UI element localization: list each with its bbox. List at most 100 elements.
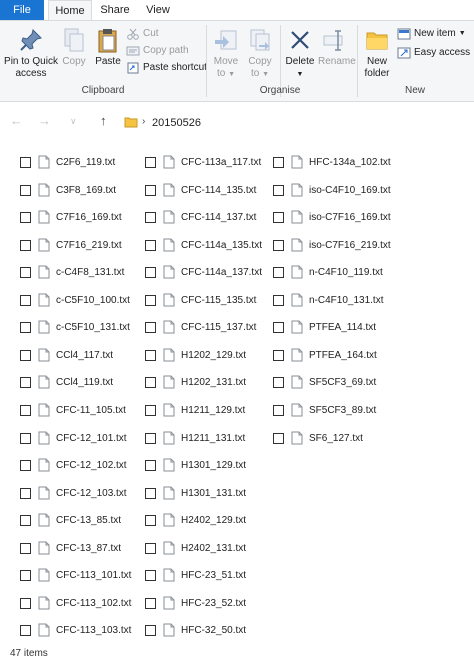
file-item[interactable]: CFC-12_101.txt: [20, 430, 127, 446]
cut-button[interactable]: Cut: [126, 28, 159, 40]
breadcrumb-chevron-icon[interactable]: ›: [142, 116, 145, 127]
file-checkbox[interactable]: [273, 184, 284, 196]
up-arrow-icon[interactable]: ↑: [100, 113, 107, 128]
file-item[interactable]: H1301_129.txt: [145, 457, 246, 473]
file-checkbox[interactable]: [145, 404, 156, 416]
file-item[interactable]: H1202_129.txt: [145, 347, 246, 363]
file-checkbox[interactable]: [20, 266, 31, 278]
file-item[interactable]: CFC-13_87.txt: [20, 540, 121, 556]
delete-button[interactable]: Delete ▼: [284, 27, 316, 81]
file-item[interactable]: CCl4_117.txt: [20, 347, 113, 363]
file-item[interactable]: iso-C7F16_169.txt: [273, 209, 391, 225]
tab-share[interactable]: Share: [94, 0, 136, 20]
file-checkbox[interactable]: [20, 542, 31, 554]
file-item[interactable]: PTFEA_114.txt: [273, 319, 376, 335]
file-item[interactable]: C2F6_119.txt: [20, 154, 115, 170]
file-checkbox[interactable]: [20, 239, 31, 251]
file-item[interactable]: CFC-113a_117.txt: [145, 154, 261, 170]
file-item[interactable]: CFC-11_105.txt: [20, 402, 126, 418]
file-item[interactable]: CFC-113_103.txt: [20, 622, 131, 638]
paste-shortcut-button[interactable]: Paste shortcut: [126, 62, 207, 74]
file-item[interactable]: H1301_131.txt: [145, 485, 246, 501]
file-item[interactable]: c-C5F10_100.txt: [20, 292, 130, 308]
file-item[interactable]: CFC-113_101.txt: [20, 567, 131, 583]
file-checkbox[interactable]: [145, 321, 156, 333]
file-item[interactable]: H1211_131.txt: [145, 430, 245, 446]
file-checkbox[interactable]: [145, 542, 156, 554]
file-checkbox[interactable]: [273, 156, 284, 168]
file-item[interactable]: CFC-12_103.txt: [20, 485, 127, 501]
file-item[interactable]: n-C4F10_131.txt: [273, 292, 384, 308]
file-checkbox[interactable]: [20, 156, 31, 168]
file-checkbox[interactable]: [145, 211, 156, 223]
file-checkbox[interactable]: [273, 349, 284, 361]
file-item[interactable]: CFC-115_135.txt: [145, 292, 256, 308]
file-checkbox[interactable]: [145, 294, 156, 306]
file-checkbox[interactable]: [20, 349, 31, 361]
file-checkbox[interactable]: [145, 487, 156, 499]
file-item[interactable]: HFC-23_52.txt: [145, 595, 246, 611]
file-item[interactable]: n-C4F10_119.txt: [273, 264, 383, 280]
rename-button[interactable]: Rename: [318, 27, 356, 68]
file-item[interactable]: HFC-32_50.txt: [145, 622, 246, 638]
file-checkbox[interactable]: [20, 432, 31, 444]
file-item[interactable]: CFC-114a_135.txt: [145, 237, 262, 253]
file-checkbox[interactable]: [20, 487, 31, 499]
file-checkbox[interactable]: [145, 266, 156, 278]
copy-button[interactable]: Copy: [60, 27, 88, 68]
file-checkbox[interactable]: [273, 321, 284, 333]
file-item[interactable]: c-C5F10_131.txt: [20, 319, 130, 335]
file-checkbox[interactable]: [145, 349, 156, 361]
file-checkbox[interactable]: [20, 404, 31, 416]
recent-locations-chevron-icon[interactable]: ∨: [70, 116, 77, 127]
file-checkbox[interactable]: [20, 376, 31, 388]
file-checkbox[interactable]: [20, 569, 31, 581]
tab-home[interactable]: Home: [48, 0, 92, 20]
file-checkbox[interactable]: [273, 404, 284, 416]
file-item[interactable]: iso-C7F16_219.txt: [273, 237, 391, 253]
file-item[interactable]: HFC-23_51.txt: [145, 567, 246, 583]
file-item[interactable]: H1202_131.txt: [145, 374, 246, 390]
file-checkbox[interactable]: [20, 597, 31, 609]
file-item[interactable]: PTFEA_164.txt: [273, 347, 377, 363]
file-checkbox[interactable]: [20, 624, 31, 636]
tab-file[interactable]: File: [0, 0, 44, 20]
file-checkbox[interactable]: [145, 239, 156, 251]
file-checkbox[interactable]: [20, 294, 31, 306]
file-item[interactable]: C3F8_169.txt: [20, 182, 116, 198]
paste-button[interactable]: Paste: [93, 27, 123, 68]
back-arrow-icon[interactable]: ←: [10, 113, 23, 128]
copy-to-button[interactable]: Copy to ▼: [245, 27, 275, 81]
forward-arrow-icon[interactable]: →: [38, 113, 51, 128]
file-item[interactable]: CFC-113_102.txt: [20, 595, 131, 611]
file-item[interactable]: iso-C4F10_169.txt: [273, 182, 391, 198]
file-item[interactable]: C7F16_169.txt: [20, 209, 122, 225]
file-item[interactable]: H2402_131.txt: [145, 540, 246, 556]
breadcrumb-folder[interactable]: 20150526: [152, 117, 201, 129]
move-to-button[interactable]: Move to ▼: [211, 27, 241, 81]
file-item[interactable]: CCl4_119.txt: [20, 374, 113, 390]
new-item-button[interactable]: New item ▼: [397, 28, 466, 40]
easy-access-button[interactable]: Easy access ▼: [397, 47, 474, 59]
file-checkbox[interactable]: [273, 432, 284, 444]
tab-view[interactable]: View: [138, 0, 178, 20]
file-item[interactable]: c-C4F8_131.txt: [20, 264, 124, 280]
file-item[interactable]: H2402_129.txt: [145, 512, 246, 528]
file-item[interactable]: CFC-13_85.txt: [20, 512, 121, 528]
file-item[interactable]: CFC-115_137.txt: [145, 319, 256, 335]
file-checkbox[interactable]: [273, 239, 284, 251]
file-checkbox[interactable]: [273, 376, 284, 388]
file-checkbox[interactable]: [20, 321, 31, 333]
file-item[interactable]: SF5CF3_89.txt: [273, 402, 376, 418]
file-checkbox[interactable]: [145, 376, 156, 388]
file-item[interactable]: CFC-12_102.txt: [20, 457, 127, 473]
file-item[interactable]: C7F16_219.txt: [20, 237, 122, 253]
new-folder-button[interactable]: New folder: [362, 27, 392, 80]
file-checkbox[interactable]: [273, 211, 284, 223]
file-checkbox[interactable]: [273, 266, 284, 278]
file-item[interactable]: CFC-114_137.txt: [145, 209, 256, 225]
copy-path-button[interactable]: Copy path: [126, 45, 189, 57]
file-checkbox[interactable]: [20, 514, 31, 526]
file-checkbox[interactable]: [20, 184, 31, 196]
file-checkbox[interactable]: [20, 459, 31, 471]
